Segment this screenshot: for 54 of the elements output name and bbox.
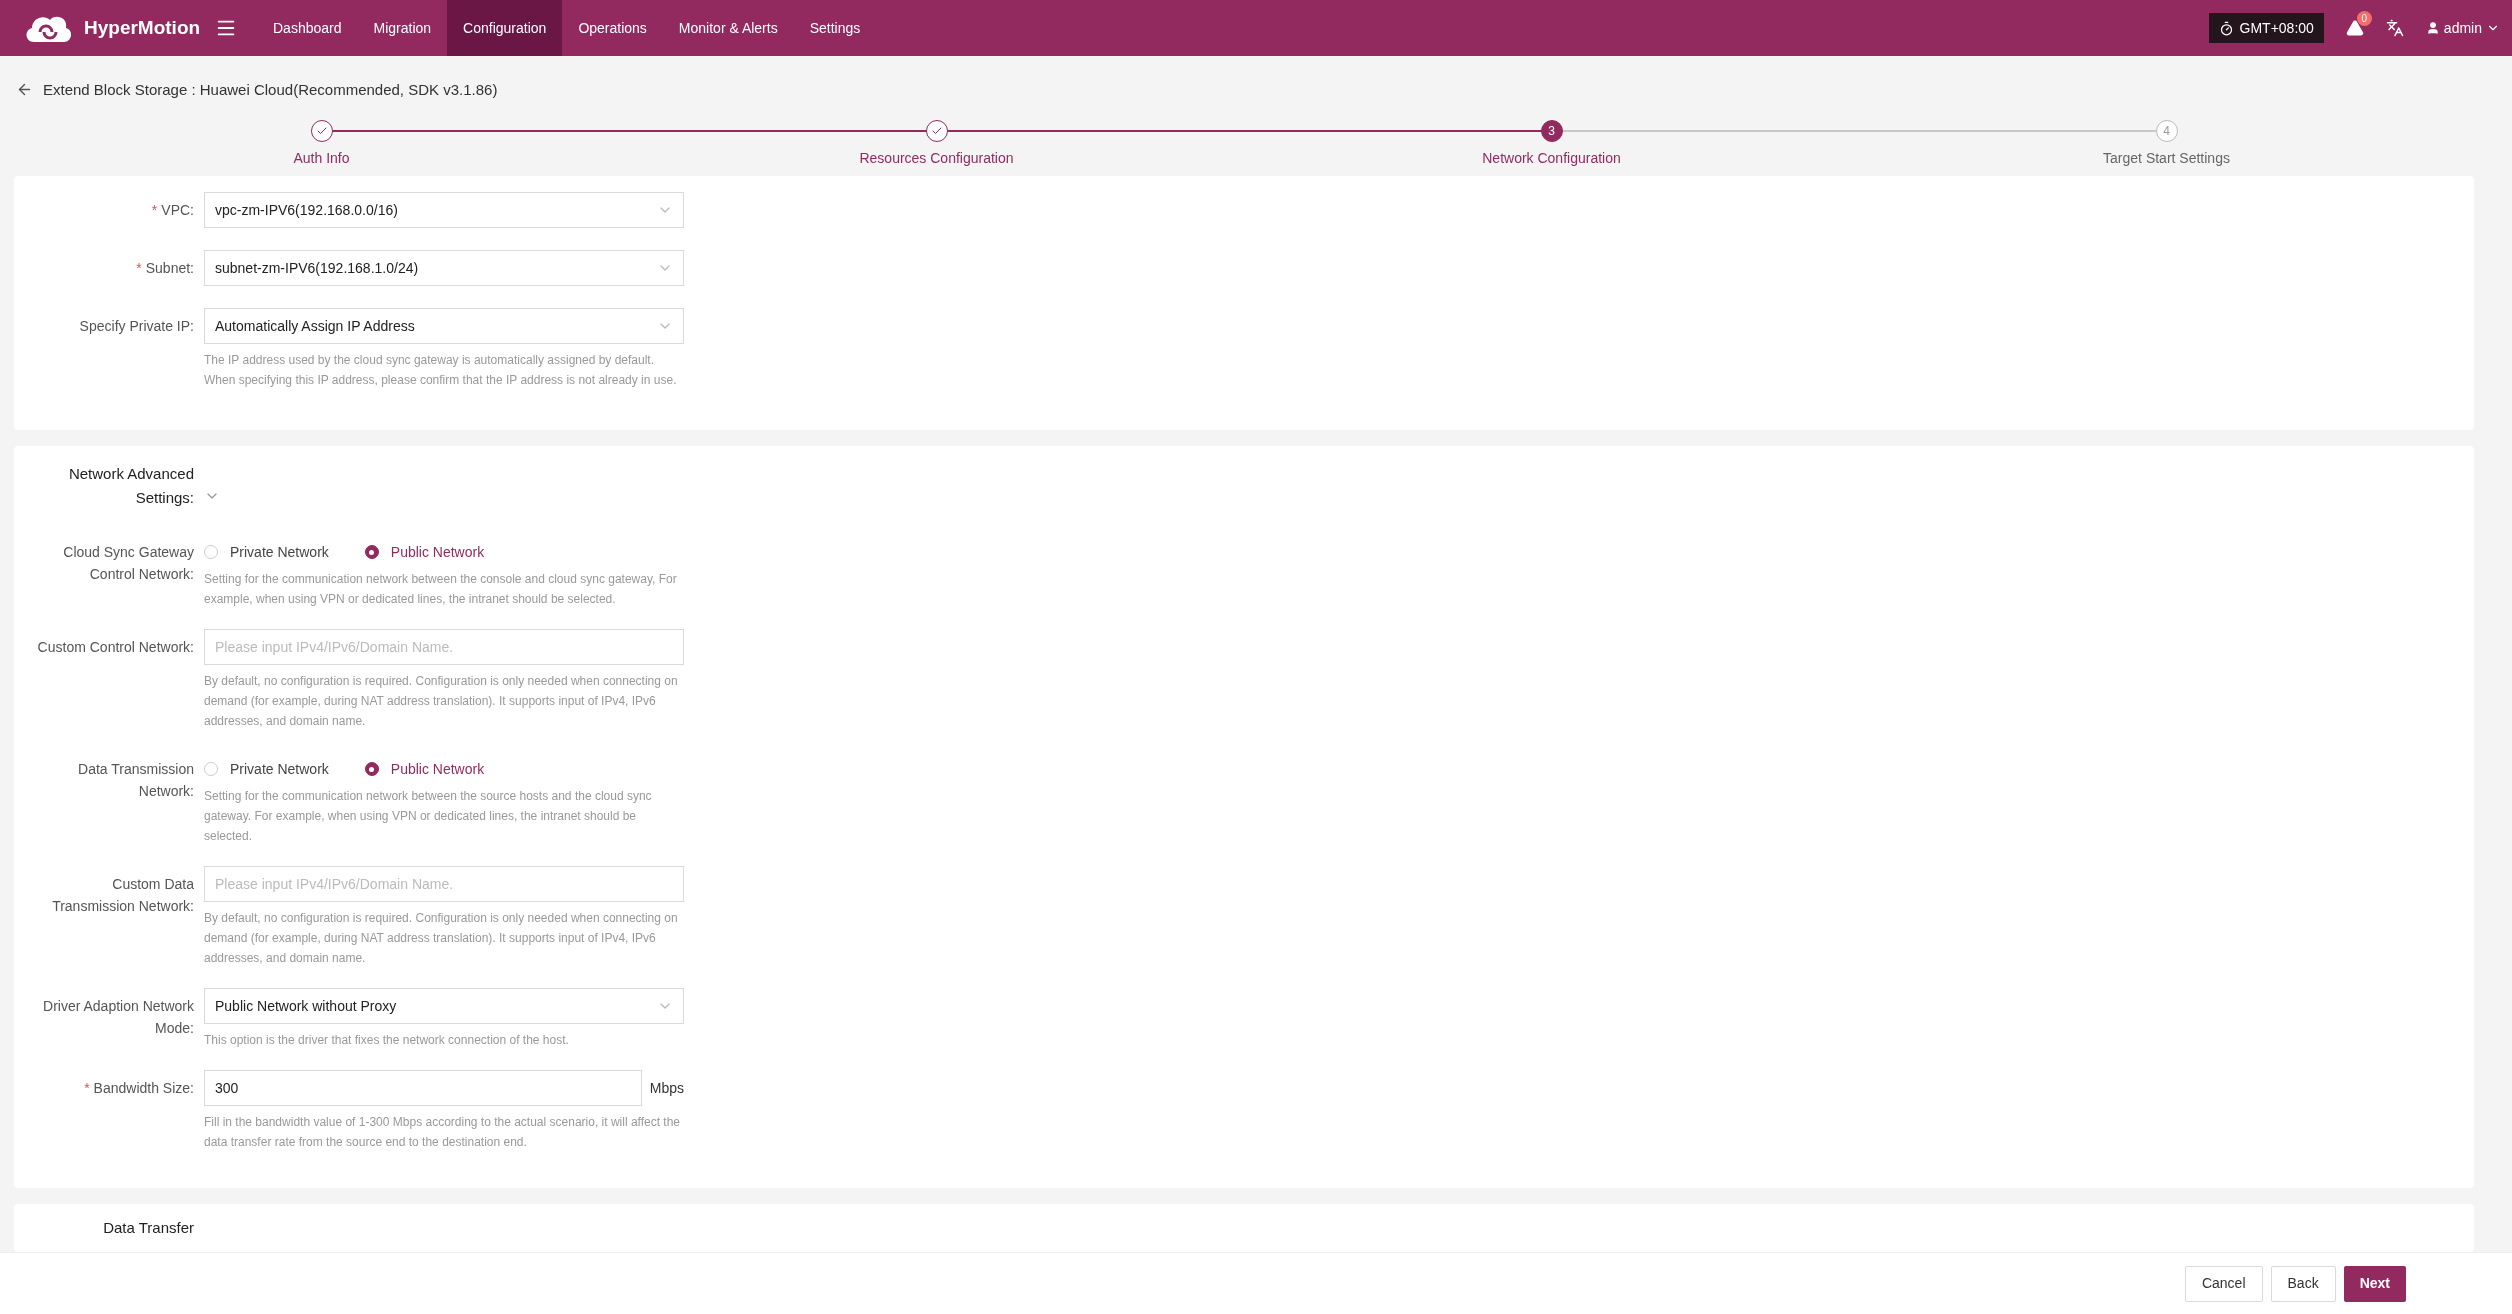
required-asterisk: * — [84, 1079, 90, 1098]
nav-tab[interactable]: Migration — [357, 0, 448, 56]
field-label: Cloud Sync Gateway Control Network: — [62, 543, 194, 584]
field-label: Driver Adaption Network Mode: — [42, 997, 194, 1038]
unit-label: Mbps — [649, 1078, 684, 1098]
user-menu[interactable]: admin — [2425, 17, 2500, 39]
field-label: Custom Data Transmission Network: — [51, 875, 194, 916]
help-text: The IP address used by the cloud sync gateway is automatically assigned by default. When specifying this IP address, please confirm that the IP address is not already in use. — [204, 352, 678, 389]
nav-tab[interactable]: Configuration — [447, 0, 563, 56]
alert-count-badge: 0 — [2356, 11, 2372, 26]
footer-button[interactable]: Back — [2270, 1265, 2336, 1302]
help-text: By default, no configuration is required. Configuration is only needed when connecting on demand (for example, during NAT address translation). It supports input of IPv4, IPv6 addresses, and domain name. — [204, 673, 679, 730]
section-title: Data Transfer — [103, 1219, 194, 1236]
section-title: Network Advanced Settings: — [68, 465, 194, 506]
field-label: Subnet: — [145, 259, 194, 278]
input-field[interactable]: Please input IPv4/IPv6/Domain Name. — [204, 866, 684, 902]
next-button[interactable]: Next — [2343, 1265, 2406, 1302]
help-text: Setting for the communication network between the console and cloud sync gateway, For example, when using VPN or dedicated lines, the intranet should be selected. — [204, 571, 678, 608]
step-label: Network Configuration — [1482, 148, 1621, 168]
nav-tab[interactable]: Operations — [562, 0, 663, 56]
field-label: VPC: — [161, 201, 194, 220]
field-label: Custom Control Network: — [37, 638, 194, 657]
help-text: By default, no configuration is required. Configuration is only needed when connecting on demand (for example, during NAT address translation). It supports input of IPv4, IPv6 addresses, and domain name. — [204, 910, 679, 967]
step-label: Target Start Settings — [2103, 148, 2230, 168]
radio-option[interactable]: Private Network — [204, 758, 329, 780]
nav-tab[interactable]: Settings — [793, 0, 877, 56]
brand-name: HyperMotion — [84, 15, 201, 40]
nav-tab[interactable]: Dashboard — [257, 0, 358, 56]
step-label: Auth Info — [293, 148, 350, 168]
select-field[interactable]: Automatically Assign IP Address — [204, 308, 684, 344]
input-field[interactable]: Please input IPv4/IPv6/Domain Name. — [204, 629, 684, 665]
help-text: Setting for the communication network between the source hosts and the cloud sync gateway. For example, when using VPN or dedicated lines, the intranet should be selected. — [204, 788, 653, 845]
field-label: Bandwidth Size: — [93, 1079, 194, 1098]
field-label: Specify Private IP: — [79, 317, 194, 336]
help-text: Fill in the bandwidth value of 1-300 Mbps according to the actual scenario, it will affect the data transfer rate from the source end to the destination end. — [204, 1114, 682, 1151]
alert-icon[interactable] — [2345, 19, 2364, 37]
footer-button[interactable]: Cancel — [2184, 1265, 2263, 1302]
timezone-badge[interactable]: GMT+08:00 — [2208, 13, 2324, 43]
required-asterisk: * — [136, 259, 142, 278]
required-asterisk: * — [151, 201, 158, 220]
select-field[interactable]: subnet-zm-IPV6(192.168.1.0/24) — [204, 250, 684, 286]
translate-icon[interactable] — [2385, 19, 2404, 37]
input-field[interactable]: 300 — [204, 1070, 642, 1106]
select-field[interactable]: vpc-zm-IPV6(192.168.0.0/16) — [204, 192, 684, 228]
radio-option[interactable]: Public Network — [364, 541, 485, 563]
nav-tab[interactable]: Monitor & Alerts — [662, 0, 794, 56]
step-label: Resources Configuration — [859, 148, 1014, 168]
help-text: This option is the driver that fixes the network connection of the host. — [204, 1032, 570, 1049]
radio-option[interactable]: Private Network — [204, 541, 329, 563]
page-title: Extend Block Storage : Huawei Cloud(Recommended, SDK v3.1.86) — [43, 79, 498, 100]
field-label: Data Transmission Network: — [77, 760, 194, 801]
radio-option[interactable]: Public Network — [364, 758, 485, 780]
user-icon — [2425, 21, 2440, 35]
select-field[interactable]: Public Network without Proxy — [204, 988, 684, 1024]
